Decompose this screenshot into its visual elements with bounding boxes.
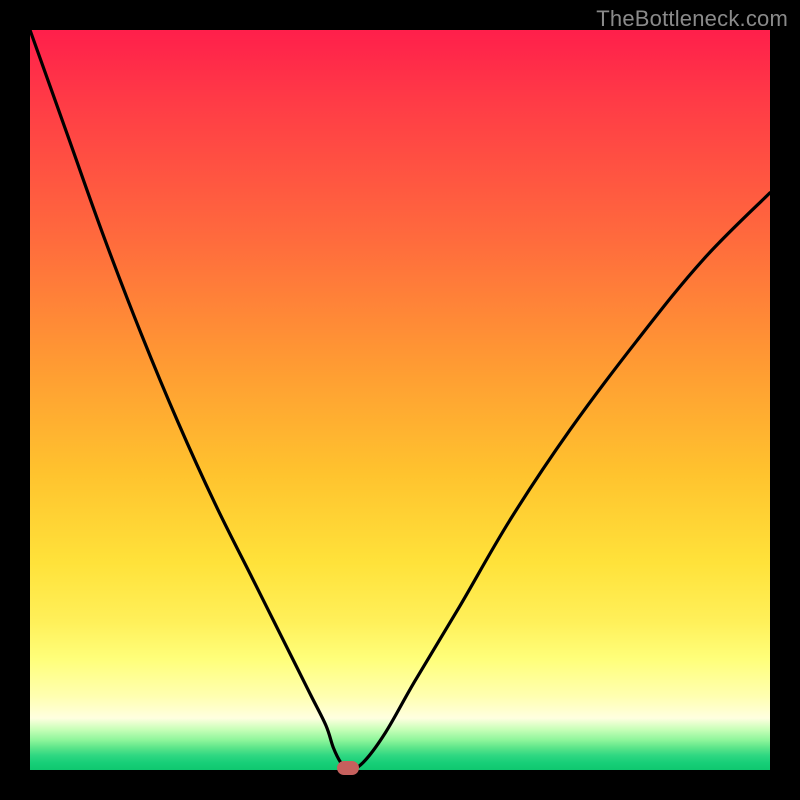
chart-frame: TheBottleneck.com (0, 0, 800, 800)
bottleneck-curve (30, 30, 770, 770)
optimal-point-marker (337, 761, 359, 775)
watermark-text: TheBottleneck.com (596, 6, 788, 32)
